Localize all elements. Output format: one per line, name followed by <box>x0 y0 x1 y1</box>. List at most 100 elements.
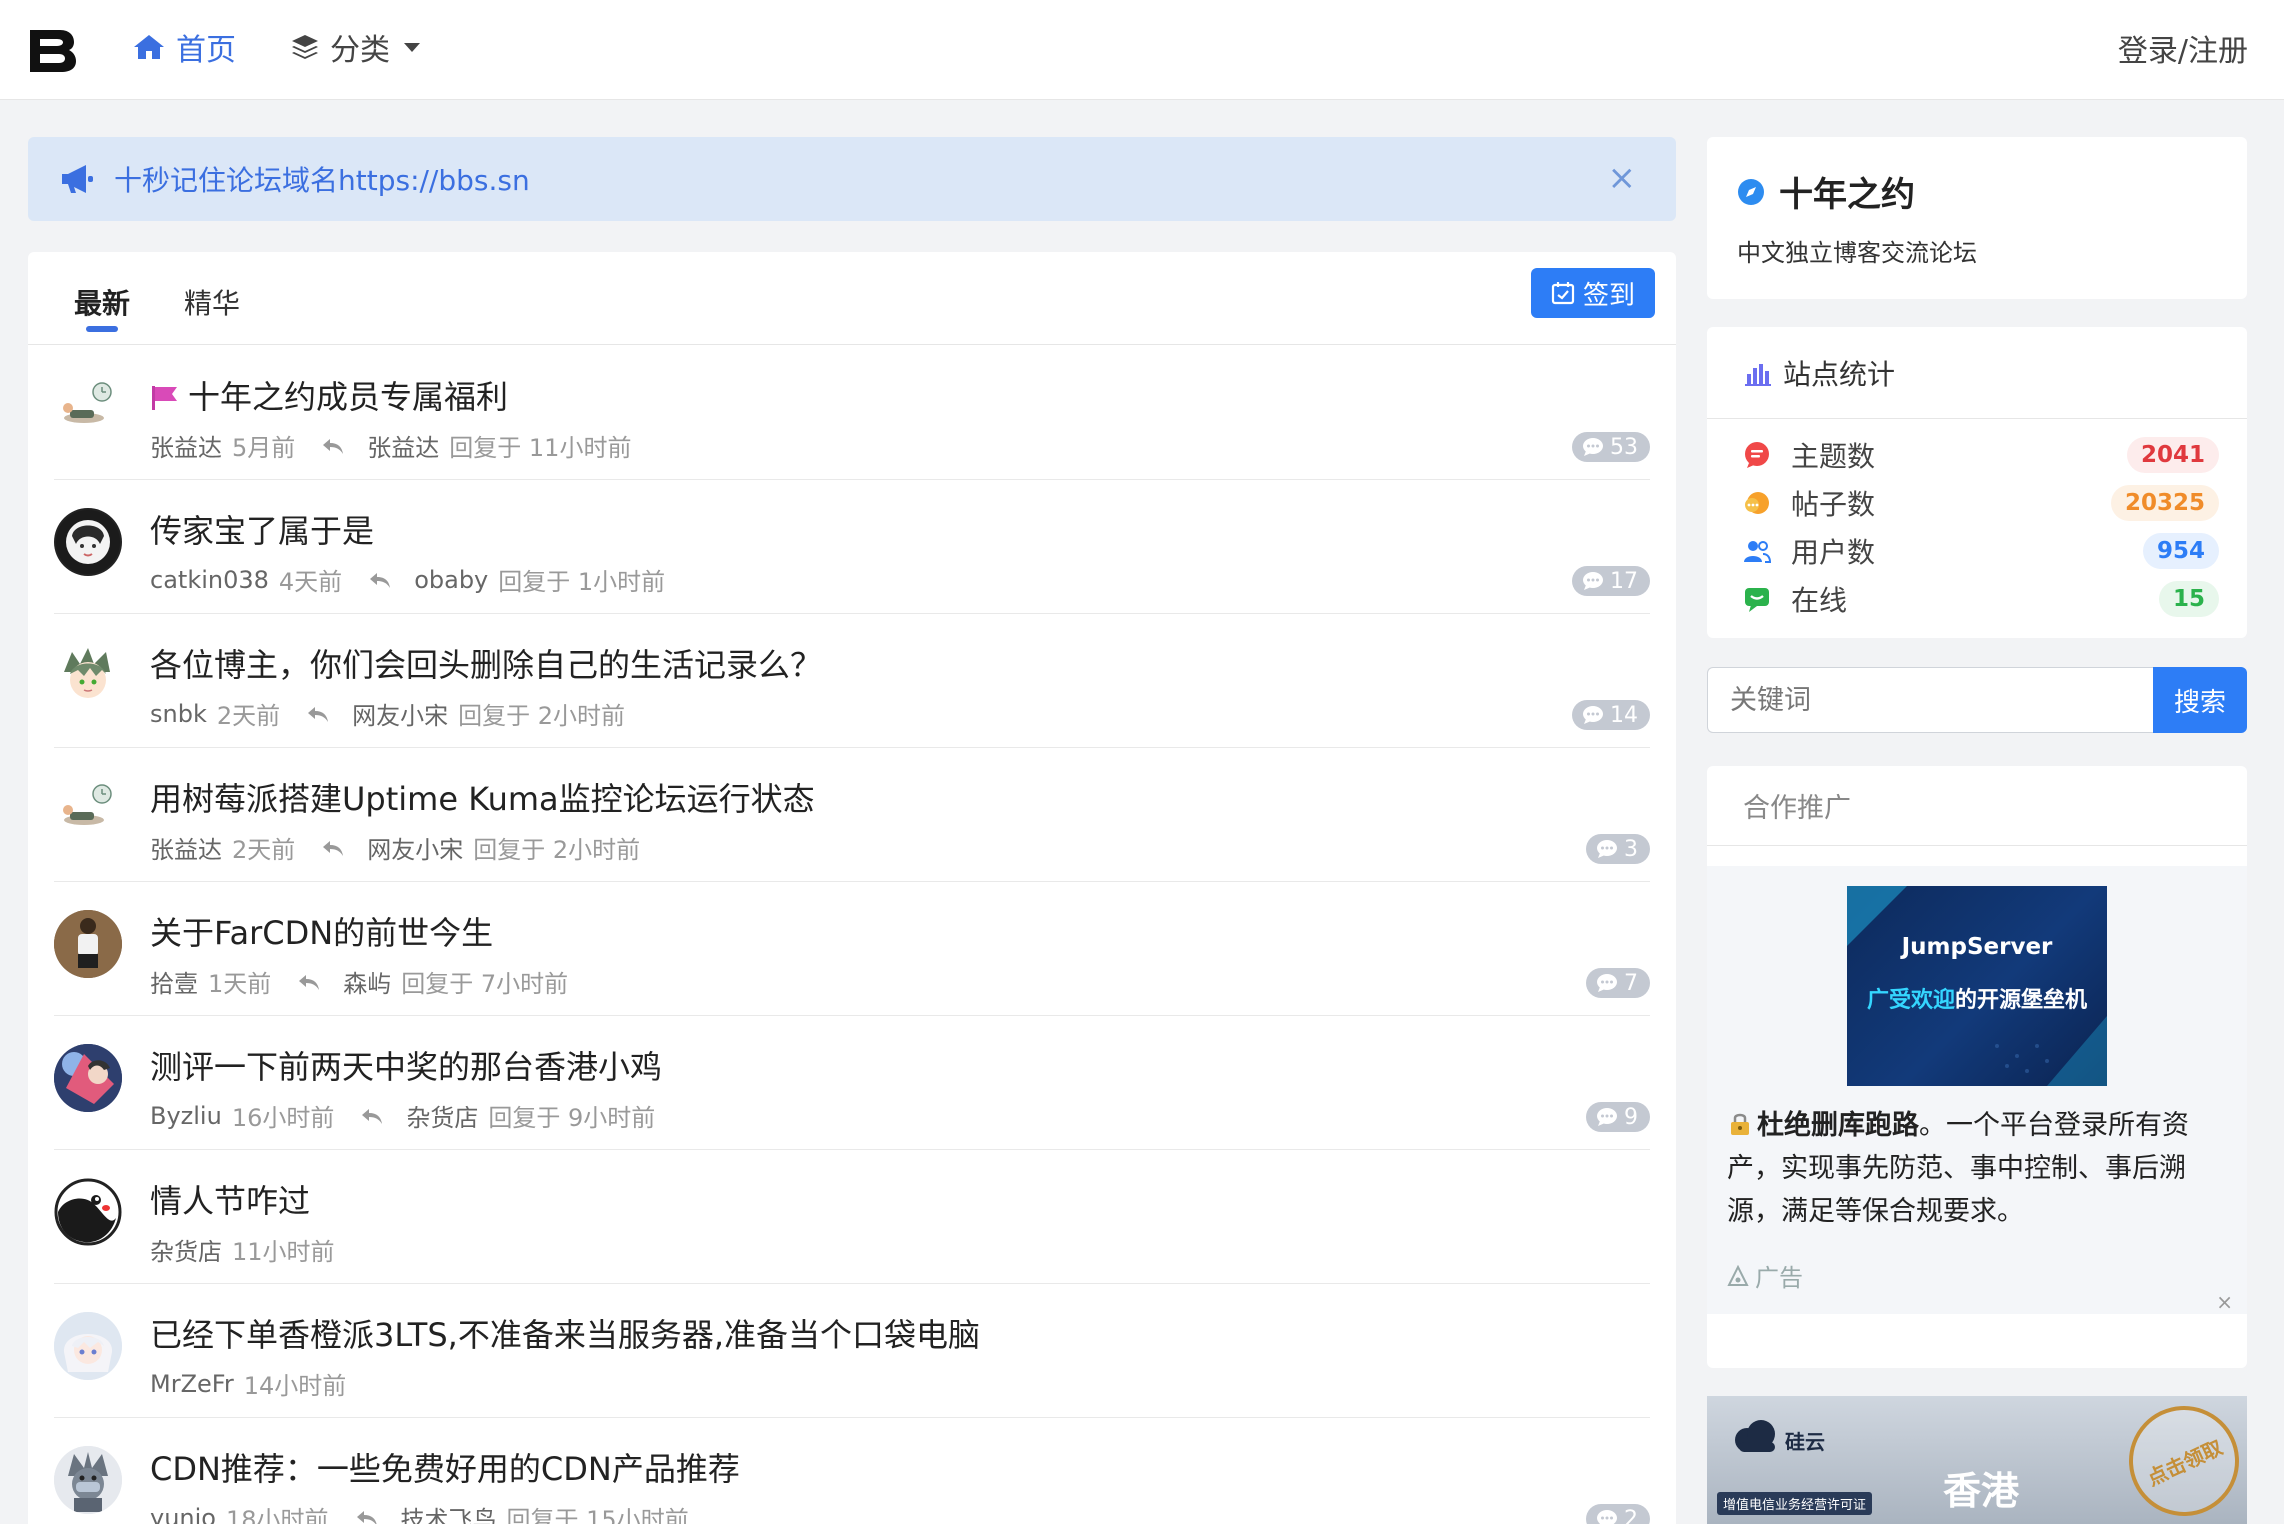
search-input[interactable] <box>1707 667 2153 733</box>
last-reply-user[interactable]: 森屿 <box>343 964 391 999</box>
home-icon <box>134 35 164 59</box>
message-icon <box>1745 442 1769 468</box>
topic-author[interactable]: 拾壹 <box>150 964 198 999</box>
tab-featured[interactable]: 精华 <box>184 282 240 322</box>
avatar[interactable] <box>54 776 122 844</box>
topic-author[interactable]: 张益达 <box>150 830 222 865</box>
last-reply-user[interactable]: 技术飞鸟 <box>401 1500 497 1524</box>
lock-icon <box>1731 1113 1749 1135</box>
bottom-ad-stamp[interactable]: 点击领取 <box>2110 1396 2247 1524</box>
stat-value: 2041 <box>2126 437 2219 473</box>
topic-title[interactable]: 测评一下前两天中奖的那台香港小鸡 <box>150 1042 662 1088</box>
topic-row[interactable]: 十年之约成员专属福利 张益达 5月前 张益达 回复于 11小时前 53 <box>54 346 1650 480</box>
topic-author[interactable]: snbk <box>150 700 207 728</box>
topic-meta: catkin038 4天前 obaby 回复于 1小时前 <box>150 562 665 597</box>
last-reply-user[interactable]: 杂货店 <box>406 1098 478 1133</box>
topic-author[interactable]: yunio <box>150 1504 216 1524</box>
topic-title[interactable]: 关于FarCDN的前世今生 <box>150 908 493 954</box>
close-icon[interactable]: × <box>1608 161 1637 195</box>
avatar[interactable] <box>54 1178 122 1246</box>
topic-meta: 拾壹 1天前 森屿 回复于 7小时前 <box>150 964 568 999</box>
ad-description[interactable]: 杜绝删库跑路。一个平台登录所有资产，实现事先防范、事中控制、事后溯源，满足等保合… <box>1727 1104 2227 1233</box>
topic-title[interactable]: 各位博主，你们会回头删除自己的生活记录么？ <box>150 640 822 686</box>
site-info-card: 十年之约 中文独立博客交流论坛 <box>1707 137 2247 299</box>
bottom-ad-headline: 香港 <box>1943 1469 2020 1513</box>
topic-row[interactable]: 关于FarCDN的前世今生 拾壹 1天前 森屿 回复于 7小时前 7 <box>54 882 1650 1016</box>
topic-row[interactable]: 已经下单香橙派3LTS,不准备来当服务器,准备当个口袋电脑 MrZeFr 14小… <box>54 1284 1650 1418</box>
topic-row[interactable]: CDN推荐：一些免费好用的CDN产品推荐 yunio 18小时前 技术飞鸟 回复… <box>54 1418 1650 1524</box>
reply-count-badge: 9 <box>1586 1102 1650 1132</box>
ad-banner-image[interactable]: JumpServer 广受欢迎的开源堡垒机 <box>1847 886 2107 1086</box>
topic-row[interactable]: 各位博主，你们会回头删除自己的生活记录么？ snbk 2天前 网友小宋 回复于 … <box>54 614 1650 748</box>
comment-icon <box>1597 840 1617 858</box>
stat-value: 20325 <box>2110 485 2219 521</box>
topic-time: 2天前 <box>216 702 281 730</box>
flag-icon <box>152 386 177 410</box>
avatar[interactable] <box>54 508 122 576</box>
chat-bubbles-icon <box>1745 492 1769 514</box>
signin-button[interactable]: 签到 <box>1531 268 1655 318</box>
announcement-text[interactable]: 十秒记住论坛域名https://bbs.sn <box>114 159 530 199</box>
comment-icon <box>1583 572 1603 590</box>
stat-label: 主题数 <box>1791 440 1876 473</box>
nav-home-link[interactable]: 首页 <box>132 24 236 70</box>
stat-label: 帖子数 <box>1791 488 1876 521</box>
topic-author[interactable]: MrZeFr <box>150 1370 234 1398</box>
stat-label: 在线 <box>1791 584 1848 617</box>
ad-close-icon[interactable]: × <box>2216 1290 2233 1314</box>
avatar[interactable] <box>54 642 122 710</box>
ad-banner-brand: JumpServer <box>1901 934 2053 960</box>
last-reply-user[interactable]: 张益达 <box>367 428 439 463</box>
last-reply-time: 回复于 9小时前 <box>488 1104 656 1132</box>
topic-time: 18小时前 <box>225 1506 329 1524</box>
ad-slogan-rest: 的开源堡垒机 <box>1955 988 2088 1013</box>
nav-category-dropdown[interactable]: 分类 <box>290 24 420 70</box>
avatar[interactable] <box>54 910 122 978</box>
last-reply-time: 回复于 11小时前 <box>449 434 632 462</box>
last-reply-user[interactable]: 网友小宋 <box>352 696 448 731</box>
topic-meta: 张益达 2天前 网友小宋 回复于 2小时前 <box>150 830 640 865</box>
bottom-ad-license: 增值电信业务经营许可证 <box>1717 1492 1873 1515</box>
comment-icon <box>1597 1108 1617 1126</box>
topic-time: 1天前 <box>208 970 272 998</box>
ad-icon <box>1727 1264 1749 1286</box>
topic-author[interactable]: 杂货店 <box>150 1232 222 1267</box>
topic-row[interactable]: 传家宝了属于是 catkin038 4天前 obaby 回复于 1小时前 17 <box>54 480 1650 614</box>
topic-author[interactable]: catkin038 <box>150 566 269 594</box>
comment-icon <box>1583 438 1603 456</box>
topic-author[interactable]: Byzliu <box>150 1102 222 1130</box>
topic-row[interactable]: 测评一下前两天中奖的那台香港小鸡 Byzliu 16小时前 杂货店 回复于 9小… <box>54 1016 1650 1150</box>
login-register-link[interactable]: 登录/注册 <box>2118 26 2248 70</box>
avatar[interactable] <box>54 374 122 442</box>
nav-home-label: 首页 <box>176 33 236 68</box>
avatar[interactable] <box>54 1312 122 1380</box>
avatar[interactable] <box>54 1446 122 1514</box>
site-logo-icon[interactable] <box>26 26 78 74</box>
topic-title[interactable]: 情人节咋过 <box>150 1176 310 1222</box>
reply-count-badge: 3 <box>1586 834 1650 864</box>
topic-row[interactable]: 情人节咋过 杂货店 11小时前 <box>54 1150 1650 1284</box>
topic-title[interactable]: 传家宝了属于是 <box>150 506 374 552</box>
ad-block[interactable]: JumpServer 广受欢迎的开源堡垒机 杜绝删库跑路。一个平台登录所有资产，… <box>1707 866 2247 1314</box>
topic-author[interactable]: 张益达 <box>150 428 222 463</box>
promotion-card: 合作推广 JumpServer 广受欢迎的开源堡垒机 杜绝删库跑路。一个平台登录… <box>1707 766 2247 1368</box>
last-reply-user[interactable]: obaby <box>414 566 488 594</box>
topic-title[interactable]: 用树莓派搭建Uptime Kuma监控论坛运行状态 <box>150 774 815 820</box>
topic-title[interactable]: 十年之约成员专属福利 <box>150 372 508 418</box>
topic-title[interactable]: CDN推荐：一些免费好用的CDN产品推荐 <box>150 1444 740 1490</box>
last-reply-user[interactable]: 网友小宋 <box>367 830 463 865</box>
stats-title: 站点统计 <box>1783 357 1896 391</box>
reply-count: 53 <box>1610 434 1638 460</box>
topic-row[interactable]: 用树莓派搭建Uptime Kuma监控论坛运行状态 张益达 2天前 网友小宋 回… <box>54 748 1650 882</box>
topic-tabs: 最新 精华 签到 <box>28 252 1676 345</box>
promotion-title: 合作推广 <box>1707 766 2247 846</box>
search-button[interactable]: 搜索 <box>2153 667 2247 733</box>
bottom-ad-banner[interactable]: 硅云 香港 增值电信业务经营许可证 点击领取 <box>1707 1396 2247 1524</box>
tab-latest[interactable]: 最新 <box>74 282 130 322</box>
ad-banner-slogan: 广受欢迎的开源堡垒机 <box>1847 982 2107 1014</box>
avatar[interactable] <box>54 1044 122 1112</box>
last-reply-time: 回复于 2小时前 <box>458 702 626 730</box>
topic-title[interactable]: 已经下单香橙派3LTS,不准备来当服务器,准备当个口袋电脑 <box>150 1310 980 1356</box>
active-tab-indicator <box>86 326 118 332</box>
topic-time: 11小时前 <box>232 1238 335 1266</box>
